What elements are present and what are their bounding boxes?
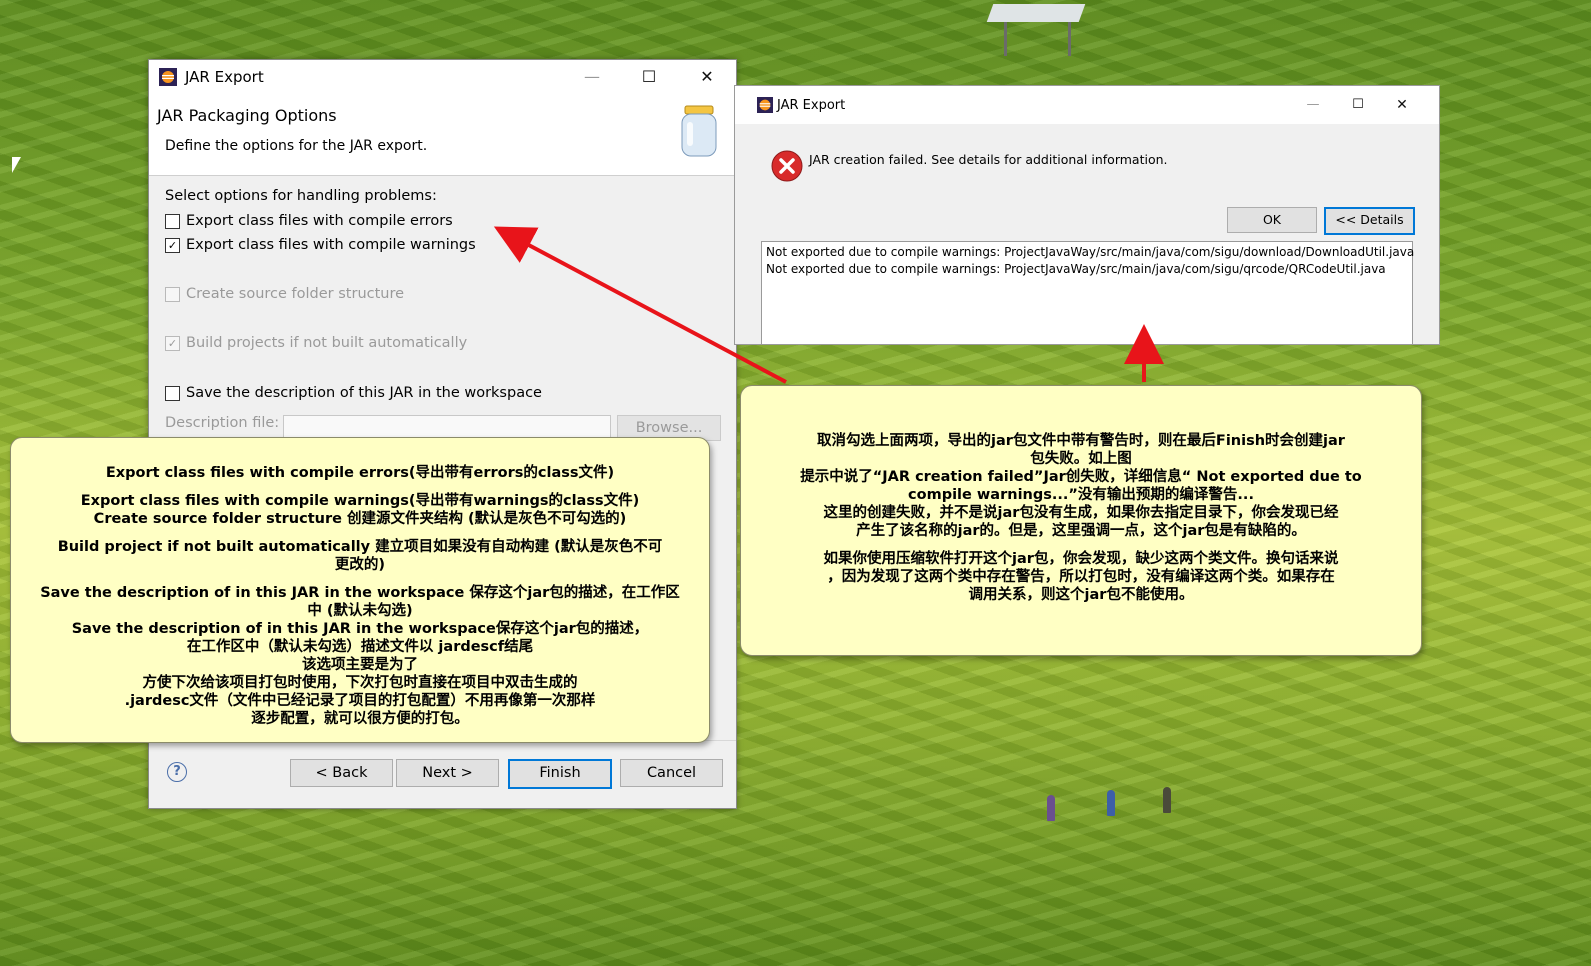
note-left-line: Export class files with compile errors(导…	[105, 465, 615, 481]
details-button[interactable]: << Details	[1324, 207, 1415, 235]
mouse-cursor-icon	[12, 157, 21, 173]
option-source-folder: Create source folder structure	[165, 286, 404, 302]
wizard-header: JAR Packaging Options Define the options…	[149, 94, 736, 176]
note-left-line: Save the description of in this JAR in t…	[40, 585, 680, 601]
walker-2	[1107, 790, 1115, 816]
finish-button[interactable]: Finish	[508, 759, 612, 789]
note-right-line: 这里的创建失败，并不是说jar包没有生成，如果你去指定目录下，你会发现已经	[823, 505, 1339, 521]
option-save-description[interactable]: Save the description of this JAR in the …	[165, 385, 542, 401]
page-title: JAR Packaging Options	[157, 106, 337, 125]
page-description: Define the options for the JAR export.	[165, 138, 428, 154]
description-file-input	[283, 415, 611, 439]
eclipse-icon	[757, 97, 773, 113]
note-right-line: 取消勾选上面两项，导出的jar包文件中带有警告时，则在最后Finish时会创建j…	[817, 433, 1345, 449]
note-left-line: 更改的)	[334, 557, 386, 573]
note-left-line: 该选项主要是为了	[302, 657, 418, 673]
note-right-line: ，因为发现了这两个类中存在警告，所以打包时，没有编译这两个类。如果存在	[827, 569, 1335, 585]
description-file-label: Description file:	[165, 415, 280, 431]
note-right-line: 如果你使用压缩软件打开这个jar包，你会发现，缺少这两个类文件。换句话来说	[823, 551, 1339, 567]
eclipse-icon	[159, 68, 177, 86]
note-right-line: 产生了该名称的jar的。但是，这里强调一点，这个jar包是有缺陷的。	[856, 523, 1306, 539]
problem-options-label: Select options for handling problems:	[165, 188, 437, 204]
note-right-line: 提示中说了“JAR creation failed”Jar创失败，详细信息“ N…	[800, 469, 1362, 485]
note-left-line: .jardesc文件（文件中已经记录了项目的打包配置）不用再像第一次那样	[124, 693, 596, 709]
minimize-button[interactable]: —	[569, 60, 615, 94]
note-left-line: Save the description of in this JAR in t…	[71, 621, 649, 637]
checkbox-source-folder	[165, 286, 180, 302]
option-compile-errors[interactable]: Export class files with compile errors	[165, 213, 453, 229]
checkbox-compile-warnings[interactable]: ✓	[165, 237, 180, 253]
error-message: JAR creation failed. See details for add…	[809, 152, 1168, 167]
error-icon	[771, 150, 803, 182]
note-left-line: 在工作区中（默认未勾选）描述文件以 jardescf结尾	[186, 639, 534, 655]
walker-3	[1163, 787, 1171, 813]
back-button[interactable]: < Back	[290, 759, 393, 787]
details-line: Not exported due to compile warnings: Pr…	[766, 262, 1386, 276]
option-compile-warnings[interactable]: ✓ Export class files with compile warnin…	[165, 237, 476, 253]
field-hut	[986, 0, 1086, 58]
note-right-line: compile warnings...”没有输出预期的编译警告...	[908, 487, 1254, 503]
walker-1	[1047, 795, 1055, 821]
note-left-line: 方使下次给该项目打包时使用，下次打包时直接在项目中双击生成的	[142, 675, 578, 691]
note-right-line: 调用关系，则这个jar包不能使用。	[968, 587, 1194, 603]
details-line: Not exported due to compile warnings: Pr…	[766, 245, 1415, 259]
note-right-line: 包失败。如上图	[1030, 451, 1132, 467]
checkbox-save-description[interactable]	[165, 385, 180, 401]
checkbox-build-projects: ✓	[165, 335, 180, 351]
annotation-note-right: 取消勾选上面两项，导出的jar包文件中带有警告时，则在最后Finish时会创建j…	[740, 385, 1422, 656]
jar-icon	[681, 105, 717, 157]
cancel-button[interactable]: Cancel	[620, 759, 723, 787]
error-close-button[interactable]: ✕	[1379, 86, 1425, 124]
close-button[interactable]: ✕	[684, 60, 730, 94]
maximize-button[interactable]: ☐	[626, 60, 672, 94]
wizard-title: JAR Export	[185, 68, 264, 86]
annotation-note-left: Export class files with compile errors(导…	[10, 437, 710, 743]
error-dialog-titlebar[interactable]: JAR Export — ☐ ✕	[735, 86, 1439, 124]
note-left-line: 逐步配置，就可以很方便的打包。	[251, 711, 469, 727]
wizard-titlebar[interactable]: JAR Export — ☐ ✕	[149, 60, 736, 94]
help-icon[interactable]: ?	[167, 762, 187, 782]
checkbox-compile-errors[interactable]	[165, 213, 180, 229]
ok-button[interactable]: OK	[1227, 207, 1317, 233]
details-text-area[interactable]: Not exported due to compile warnings: Pr…	[761, 241, 1415, 344]
note-left-line: Export class files with compile warnings…	[80, 493, 640, 509]
note-left-line: Create source folder structure 创建源文件夹结构 …	[93, 511, 627, 527]
next-button[interactable]: Next >	[396, 759, 499, 787]
error-minimize-button[interactable]: —	[1290, 86, 1336, 124]
error-maximize-button[interactable]: ☐	[1335, 86, 1381, 124]
note-left-line: 中 (默认未勾选)	[307, 603, 413, 619]
error-dialog-title: JAR Export	[777, 98, 846, 113]
jar-export-error-dialog: JAR Export — ☐ ✕ JAR creation failed. Se…	[734, 85, 1440, 345]
option-build-projects: ✓ Build projects if not built automatica…	[165, 335, 467, 351]
note-left-line: Build project if not built automatically…	[57, 539, 663, 555]
